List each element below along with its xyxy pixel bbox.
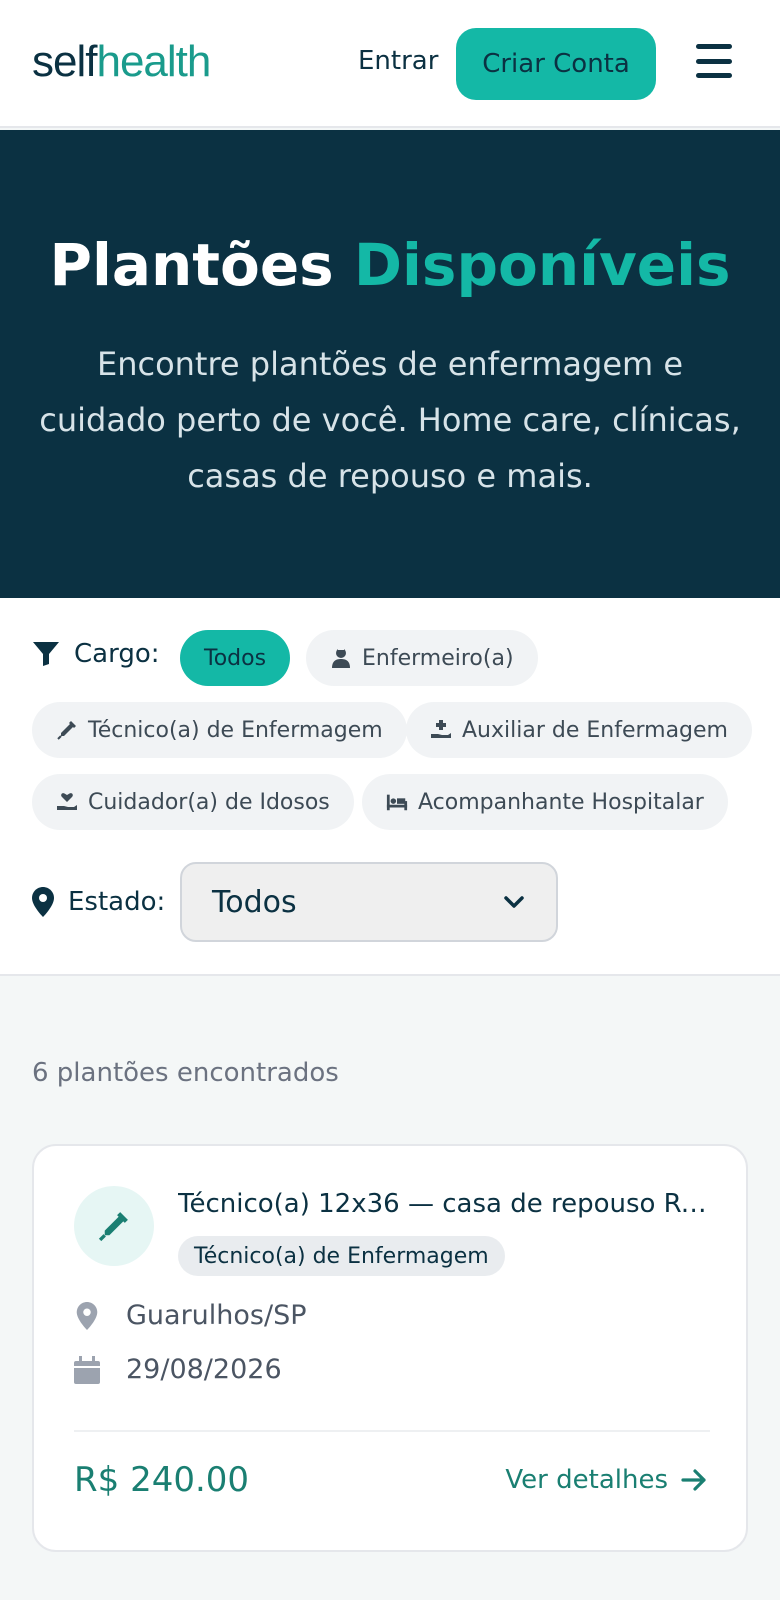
chip-role-acompanhante[interactable]: Acompanhante Hospitalar [362,774,728,830]
logo-text-health: health [96,37,211,86]
card-location-row: Guarulhos/SP [74,1298,307,1334]
location-pin-icon [76,1302,98,1330]
card-price: R$ 240.00 [74,1460,250,1500]
nurse-icon [332,648,350,668]
card-date: 29/08/2026 [126,1354,282,1385]
card-role-icon [74,1186,154,1266]
state-select[interactable]: Todos [180,862,558,942]
card-location: Guarulhos/SP [126,1300,307,1331]
chevron-down-icon [504,896,524,908]
hamburger-menu-icon[interactable] [696,44,732,78]
role-filter-label: Cargo: [32,626,160,682]
hero-subtitle: Encontre plantões de enfermagem e cuidad… [39,345,741,495]
hand-holding-heart-icon [57,793,77,810]
location-pin-icon [32,887,54,917]
logo-text-self: self [32,37,97,86]
chip-role-cuidador[interactable]: Cuidador(a) de Idosos [32,774,354,830]
chip-role-tecnico[interactable]: Técnico(a) de Enfermagem [32,702,407,758]
state-select-value: Todos [212,884,297,920]
hospital-bed-icon [386,794,408,811]
shift-card[interactable]: Técnico(a) 12x36 — casa de repouso Resid… [32,1144,748,1552]
selfhealth-logo[interactable]: selfhealth [32,36,211,88]
chip-role-enfermeiro[interactable]: Enfermeiro(a) [306,630,538,686]
title-part-plantoes: Plantões [49,231,354,299]
login-link[interactable]: Entrar [358,44,438,78]
view-details-link[interactable]: Ver detalhes [505,1462,708,1498]
card-date-row: 29/08/2026 [74,1352,282,1388]
state-filter-label: Estado: [32,864,165,940]
filters-panel: Cargo: Todos Enfermeiro(a) Técnico(a) de… [0,598,780,976]
signup-button[interactable]: Criar Conta [456,28,656,100]
chip-role-todos[interactable]: Todos [180,630,291,686]
syringe-icon [57,721,76,740]
card-title[interactable]: Técnico(a) 12x36 — casa de repouso Resid… [178,1186,708,1222]
results-count: 6 plantões encontrados [32,1058,339,1088]
card-role-badge: Técnico(a) de Enfermagem [178,1236,505,1276]
filter-icon [33,642,59,666]
syringe-icon [98,1212,128,1242]
card-divider [74,1430,710,1432]
title-part-disponiveis: Disponíveis [353,231,731,299]
arrow-right-icon [681,1469,706,1491]
hand-medical-icon [431,720,451,738]
chip-role-auxiliar[interactable]: Auxiliar de Enfermagem [406,702,752,758]
page-title: Plantões Disponíveis [0,230,780,300]
hero-banner: Plantões Disponíveis Encontre plantões d… [0,130,780,598]
site-header: selfhealth Entrar Criar Conta [0,0,780,128]
calendar-icon [74,1356,100,1384]
